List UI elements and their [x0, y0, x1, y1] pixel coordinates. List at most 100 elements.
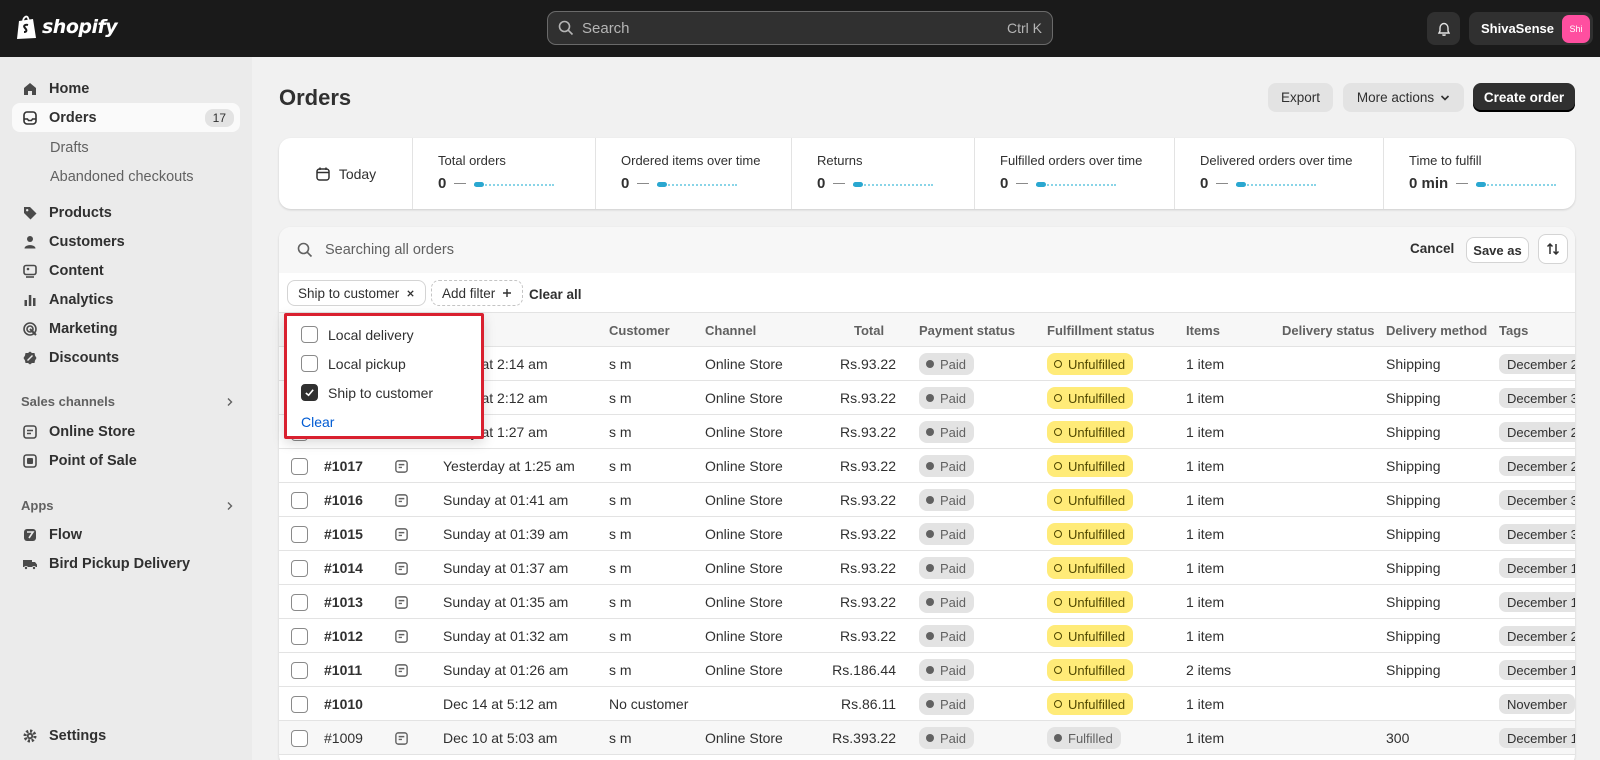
metric-returns[interactable]: Returns 0 [792, 138, 975, 209]
row-checkbox[interactable] [291, 492, 308, 509]
create-order-button[interactable]: Create order [1473, 83, 1575, 112]
row-checkbox[interactable] [291, 662, 308, 679]
order-number[interactable]: #1012 [324, 628, 363, 644]
row-checkbox[interactable] [291, 458, 308, 475]
sidebar-item-orders[interactable]: Orders 17 [12, 103, 240, 132]
shopify-logo[interactable]: shopify [16, 14, 118, 40]
sidebar-item-analytics[interactable]: Analytics [12, 285, 240, 314]
sidebar-item-marketing[interactable]: Marketing [12, 314, 240, 343]
cancel-button[interactable]: Cancel [1410, 241, 1454, 256]
order-number[interactable]: #1010 [324, 696, 363, 712]
row-checkbox[interactable] [291, 696, 308, 713]
sales-channel: Online Store [705, 560, 783, 576]
sidebar-item-products[interactable]: Products [12, 198, 240, 227]
table-row[interactable]: #1010 Dec 14 at 5:12 am No customer Rs.86.1… [279, 687, 1575, 721]
option-ship-to-customer[interactable]: Ship to customer [301, 384, 433, 401]
sidebar-item-point-of-sale[interactable]: Point of Sale [12, 446, 240, 475]
metric-total-orders[interactable]: Total orders 0 [413, 138, 596, 209]
export-button[interactable]: Export [1268, 83, 1333, 112]
metric-time-to-fulfill[interactable]: Time to fulfill 0 min [1384, 138, 1575, 209]
row-checkbox[interactable] [291, 628, 308, 645]
table-row[interactable]: #1016 Sunday at 01:41 am s m Online Store Rs… [279, 483, 1575, 517]
save-as-button[interactable]: Save as [1466, 237, 1529, 263]
item-count[interactable]: 1 item [1186, 526, 1224, 542]
checkbox[interactable] [301, 326, 318, 343]
sidebar-item-drafts[interactable]: Drafts [50, 140, 89, 156]
table-row[interactable]: #1014 Sunday at 01:37 am s m Online Store Rs… [279, 551, 1575, 585]
clear-filter-link[interactable]: Clear [301, 414, 334, 430]
sidebar-item-abandoned-checkouts[interactable]: Abandoned checkouts [50, 169, 194, 185]
checkbox-checked[interactable] [301, 384, 318, 401]
column-header-payment-status[interactable]: Payment status [919, 323, 1015, 338]
order-number[interactable]: #1016 [324, 492, 363, 508]
table-row[interactable]: #1013 Sunday at 01:35 am s m Online Store Rs… [279, 585, 1575, 619]
sidebar-item-flow[interactable]: Flow [12, 520, 240, 549]
item-count[interactable]: 1 item [1186, 594, 1224, 610]
user-menu-button[interactable]: ShivaSense Shi [1469, 12, 1593, 45]
sidebar-item-home[interactable]: Home [12, 74, 240, 103]
sidebar-item-discounts[interactable]: Discounts [12, 343, 240, 372]
global-search-input[interactable]: Search Ctrl K [547, 11, 1053, 45]
order-number[interactable]: #1014 [324, 560, 363, 576]
item-count[interactable]: 1 item [1186, 628, 1224, 644]
metric-value: 0 [1000, 175, 1009, 192]
sidebar-item-content[interactable]: Content [12, 256, 240, 285]
column-header-delivery-method[interactable]: Delivery method [1386, 323, 1487, 338]
column-header-channel[interactable]: Channel [705, 323, 756, 338]
sidebar-item-bird-pickup-delivery[interactable]: Bird Pickup Delivery [12, 549, 240, 578]
sort-button[interactable] [1538, 234, 1568, 264]
sales-channels-section[interactable]: Sales channels [21, 394, 235, 409]
item-count[interactable]: 1 item [1186, 696, 1224, 712]
item-count[interactable]: 1 item [1186, 424, 1224, 440]
table-row[interactable]: #1009 Dec 10 at 5:03 am s m Online Store Rs.… [279, 721, 1575, 755]
column-header-total[interactable]: Total [854, 323, 884, 338]
notifications-button[interactable] [1427, 12, 1460, 45]
checkbox[interactable] [301, 355, 318, 372]
customer-name: s m [609, 628, 632, 644]
metric-fulfilled-orders[interactable]: Fulfilled orders over time 0 [975, 138, 1175, 209]
more-actions-button[interactable]: More actions [1343, 83, 1464, 112]
row-checkbox[interactable] [291, 594, 308, 611]
filter-chip-label: Ship to customer [298, 285, 400, 301]
sidebar-item-online-store[interactable]: Online Store [12, 417, 240, 446]
row-checkbox[interactable] [291, 730, 308, 747]
metric-ordered-items[interactable]: Ordered items over time 0 [596, 138, 792, 209]
trend-dash [1016, 182, 1029, 185]
item-count[interactable]: 1 item [1186, 560, 1224, 576]
order-number[interactable]: #1011 [324, 662, 362, 678]
filter-chip-delivery-method[interactable]: Ship to customer [287, 280, 427, 306]
item-count[interactable]: 1 item [1186, 356, 1224, 372]
table-row[interactable]: #1011 Sunday at 01:26 am s m Online Store Rs… [279, 653, 1575, 687]
column-header-fulfillment-status[interactable]: Fulfillment status [1047, 323, 1155, 338]
option-local-pickup[interactable]: Local pickup [301, 355, 406, 372]
item-count[interactable]: 2 items [1186, 662, 1231, 678]
item-count[interactable]: 1 item [1186, 458, 1224, 474]
sidebar-item-settings[interactable]: Settings [12, 721, 240, 750]
sidebar-item-customers[interactable]: Customers [12, 227, 240, 256]
row-checkbox[interactable] [291, 560, 308, 577]
table-row[interactable]: #1017 Yesterday at 1:25 am s m Online Store… [279, 449, 1575, 483]
column-header-items[interactable]: Items [1186, 323, 1220, 338]
option-local-delivery[interactable]: Local delivery [301, 326, 414, 343]
column-header-tags[interactable]: Tags [1499, 323, 1528, 338]
table-row[interactable]: #1012 Sunday at 01:32 am s m Online Store Rs… [279, 619, 1575, 653]
apps-section[interactable]: Apps [21, 498, 235, 513]
order-number[interactable]: #1017 [324, 458, 363, 474]
item-count[interactable]: 1 item [1186, 730, 1224, 746]
status-dot [926, 598, 934, 606]
add-filter-button[interactable]: Add filter [431, 280, 524, 306]
metric-delivered-orders[interactable]: Delivered orders over time 0 [1175, 138, 1384, 209]
orders-search-input[interactable]: Searching all orders [325, 242, 1575, 258]
column-header-delivery-status[interactable]: Delivery status [1282, 323, 1375, 338]
item-count[interactable]: 1 item [1186, 492, 1224, 508]
order-number[interactable]: #1013 [324, 594, 363, 610]
item-count[interactable]: 1 item [1186, 390, 1224, 406]
order-number[interactable]: #1009 [324, 730, 363, 746]
clear-all-button[interactable]: Clear all [529, 287, 582, 302]
column-header-customer[interactable]: Customer [609, 323, 670, 338]
close-icon[interactable] [406, 289, 415, 298]
row-checkbox[interactable] [291, 526, 308, 543]
table-row[interactable]: #1015 Sunday at 01:39 am s m Online Store Rs… [279, 517, 1575, 551]
date-range-button[interactable]: Today [279, 138, 413, 209]
order-number[interactable]: #1015 [324, 526, 363, 542]
